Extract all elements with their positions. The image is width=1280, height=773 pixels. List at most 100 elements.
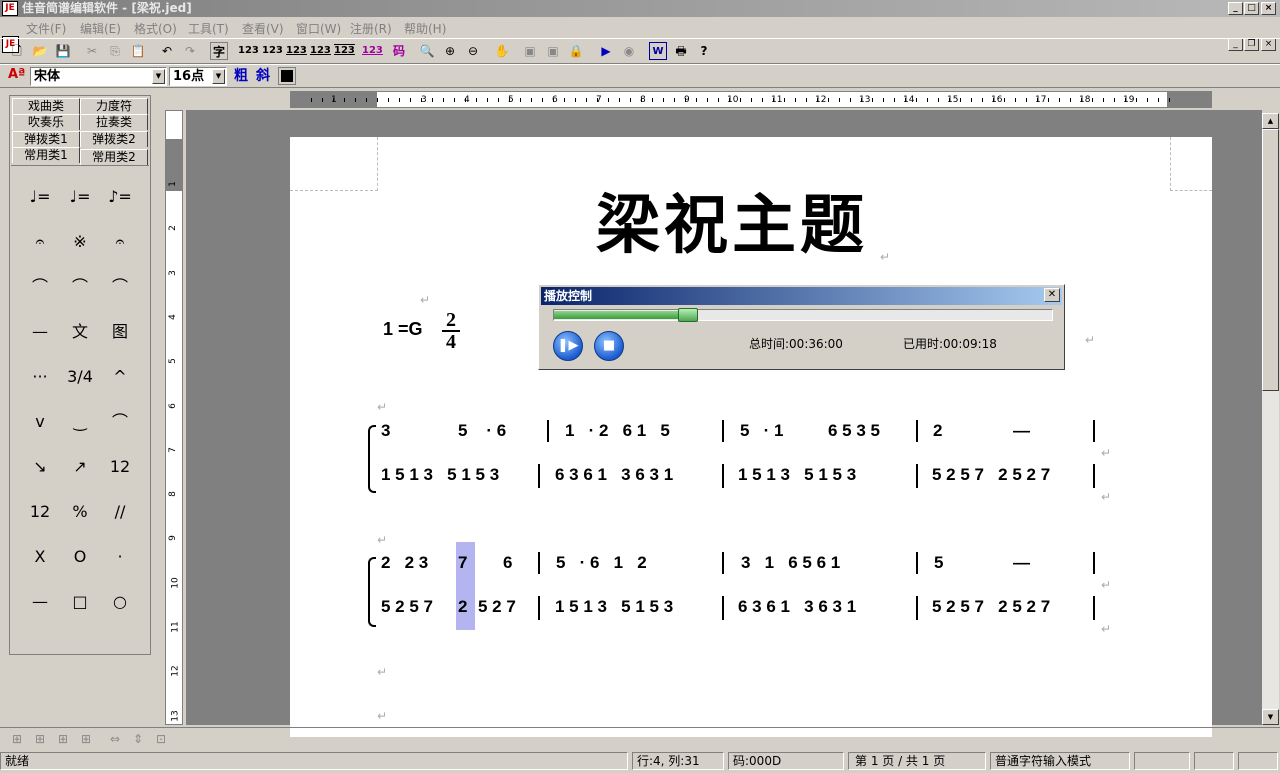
palette-symbol[interactable]: ⌒ [105,407,135,437]
dialog-close-button[interactable]: ✕ [1044,288,1060,302]
note[interactable]: — [1013,553,1030,573]
group-icon[interactable]: ▣ [521,42,539,60]
palette-symbol[interactable]: ⌒ [105,272,135,302]
note-group[interactable]: 2 2 3 [381,553,428,573]
menu-view[interactable]: 查看(V) [242,20,284,37]
num-style-5-button[interactable]: 123 [334,42,355,60]
tab-opera[interactable]: 戏曲类 [12,98,80,114]
note-group[interactable]: 1 5 1 3 5 1 5 3 [381,465,499,485]
scroll-up-button[interactable]: ▲ [1262,113,1279,129]
palette-symbol[interactable]: ♩= [25,182,55,212]
horizontal-ruler[interactable]: 1345678910111213141516171819 [290,91,1212,108]
palette-symbol[interactable]: 图 [105,317,135,347]
num-style-4-button[interactable]: 123 [310,42,331,60]
time-signature[interactable]: 2 4 [440,310,462,352]
bold-button[interactable]: 粗 [234,66,248,86]
menu-tools[interactable]: 工具(T) [188,20,229,37]
num-style-3-button[interactable]: 123 [286,42,307,60]
menu-register[interactable]: 注册(R) [350,20,392,37]
palette-symbol[interactable]: □ [65,587,95,617]
undo-icon[interactable]: ↶ [158,42,176,60]
chevron-down-icon[interactable]: ▼ [152,69,165,84]
tab-plucked-2[interactable]: 弹拨类2 [80,131,148,147]
align-bottom-icon[interactable]: ⊞ [77,730,95,748]
note-group[interactable]: 5 2 5 7 2 5 2 7 [932,465,1050,485]
palette-symbol[interactable]: ‿ [65,407,95,437]
vertical-scrollbar[interactable]: ▲ ▼ [1262,113,1279,725]
progress-thumb[interactable] [678,308,699,322]
note-group[interactable]: 5 2 5 7 [381,597,433,617]
note[interactable]: 3 [381,421,390,441]
ungroup-icon[interactable]: ▣ [544,42,562,60]
palette-symbol[interactable]: X [25,542,55,572]
palette-symbol[interactable]: % [65,497,95,527]
play-icon[interactable]: ▶ [597,42,615,60]
text-color-button[interactable] [278,67,296,85]
zoom-in-icon[interactable]: ⊕ [441,42,459,60]
note-group[interactable]: 6 5 3 5 [828,421,880,441]
open-folder-icon[interactable]: 📂 [31,42,49,60]
print-icon[interactable]: 🖶 [672,42,690,60]
code-button[interactable]: 码 [390,42,408,60]
menu-help[interactable]: 帮助(H) [404,20,446,37]
note-group[interactable]: 1 5 1 3 5 1 5 3 [555,597,673,617]
same-height-icon[interactable]: ⇕ [129,730,147,748]
palette-symbol[interactable]: ♩= [65,182,95,212]
same-size-icon[interactable]: ⊡ [152,730,170,748]
palette-symbol[interactable]: ⌒ [65,272,95,302]
play-pause-button[interactable]: ❚▶ [553,331,583,361]
note[interactable]: 7 [458,553,467,573]
num-style-2-button[interactable]: 123 [262,42,283,60]
lock-icon[interactable]: 🔒 [567,42,585,60]
num-style-1-button[interactable]: 123 [238,42,259,60]
palette-symbol[interactable]: · [105,542,135,572]
palette-symbol[interactable]: ○ [105,587,135,617]
copy-icon[interactable]: ⎘ [106,42,124,60]
menu-edit[interactable]: 编辑(E) [80,20,121,37]
score-title[interactable]: 梁祝主题 [596,186,868,266]
palette-symbol[interactable]: ↘ [25,452,55,482]
zoom-icon[interactable]: 🔍 [418,42,436,60]
note-group[interactable]: 5 · 6 [458,421,506,441]
tab-bowed[interactable]: 拉奏类 [80,114,148,130]
tab-common-1[interactable]: 常用类1 [12,147,80,163]
close-button[interactable]: × [1261,2,1276,15]
num-style-6-button[interactable]: 123 [362,42,383,60]
key-signature[interactable]: 1 =G [383,319,423,340]
text-mode-button[interactable]: 字 [210,42,228,60]
note-group[interactable]: — [1013,421,1030,441]
vertical-ruler[interactable]: 1 2 3 4 5 6 7 8 9 10 11 12 13 [165,110,183,725]
paste-icon[interactable]: 📋 [129,42,147,60]
palette-symbol[interactable]: — [25,587,55,617]
tab-dynamics[interactable]: 力度符 [80,98,148,114]
palette-symbol[interactable]: ⌒ [25,272,55,302]
menu-file[interactable]: 文件(F) [26,20,66,37]
scroll-thumb[interactable] [1262,129,1279,391]
minimize-button[interactable]: _ [1228,2,1243,15]
font-select[interactable]: 宋体 ▼ [30,67,167,86]
note-group[interactable]: 5 2 5 7 2 5 2 7 [932,597,1050,617]
word-icon[interactable]: W [649,42,667,60]
new-file-icon[interactable]: 🗋 [8,42,26,60]
note[interactable]: 6 [503,553,512,573]
palette-symbol[interactable]: ··· [25,362,55,392]
palette-symbol[interactable]: 𝄐 [105,227,135,257]
menu-format[interactable]: 格式(O) [134,20,177,37]
palette-symbol[interactable]: O [65,542,95,572]
note[interactable]: 5 [934,553,943,573]
chevron-down-icon[interactable]: ▼ [212,69,225,84]
palette-symbol[interactable]: ^ [105,362,135,392]
palette-symbol[interactable]: ↗ [65,452,95,482]
note-group[interactable]: 6 3 6 1 3 6 3 1 [738,597,856,617]
palette-symbol[interactable]: 文 [65,317,95,347]
palette-symbol[interactable]: 3/4 [65,362,95,392]
note-group[interactable]: 3 1 6 5 6 1 [741,553,840,573]
cut-icon[interactable]: ✂ [83,42,101,60]
tab-common-2[interactable]: 常用类2 [80,149,148,165]
note-group[interactable]: 5 · 6 1 2 [556,553,647,573]
note-group[interactable]: 6 3 6 1 3 6 3 1 [555,465,673,485]
note-group[interactable]: 5 · 1 [740,421,783,441]
note-group[interactable]: 1 5 1 3 5 1 5 3 [738,465,856,485]
zoom-out-icon[interactable]: ⊖ [464,42,482,60]
note-group[interactable]: 5 2 7 [478,597,516,617]
